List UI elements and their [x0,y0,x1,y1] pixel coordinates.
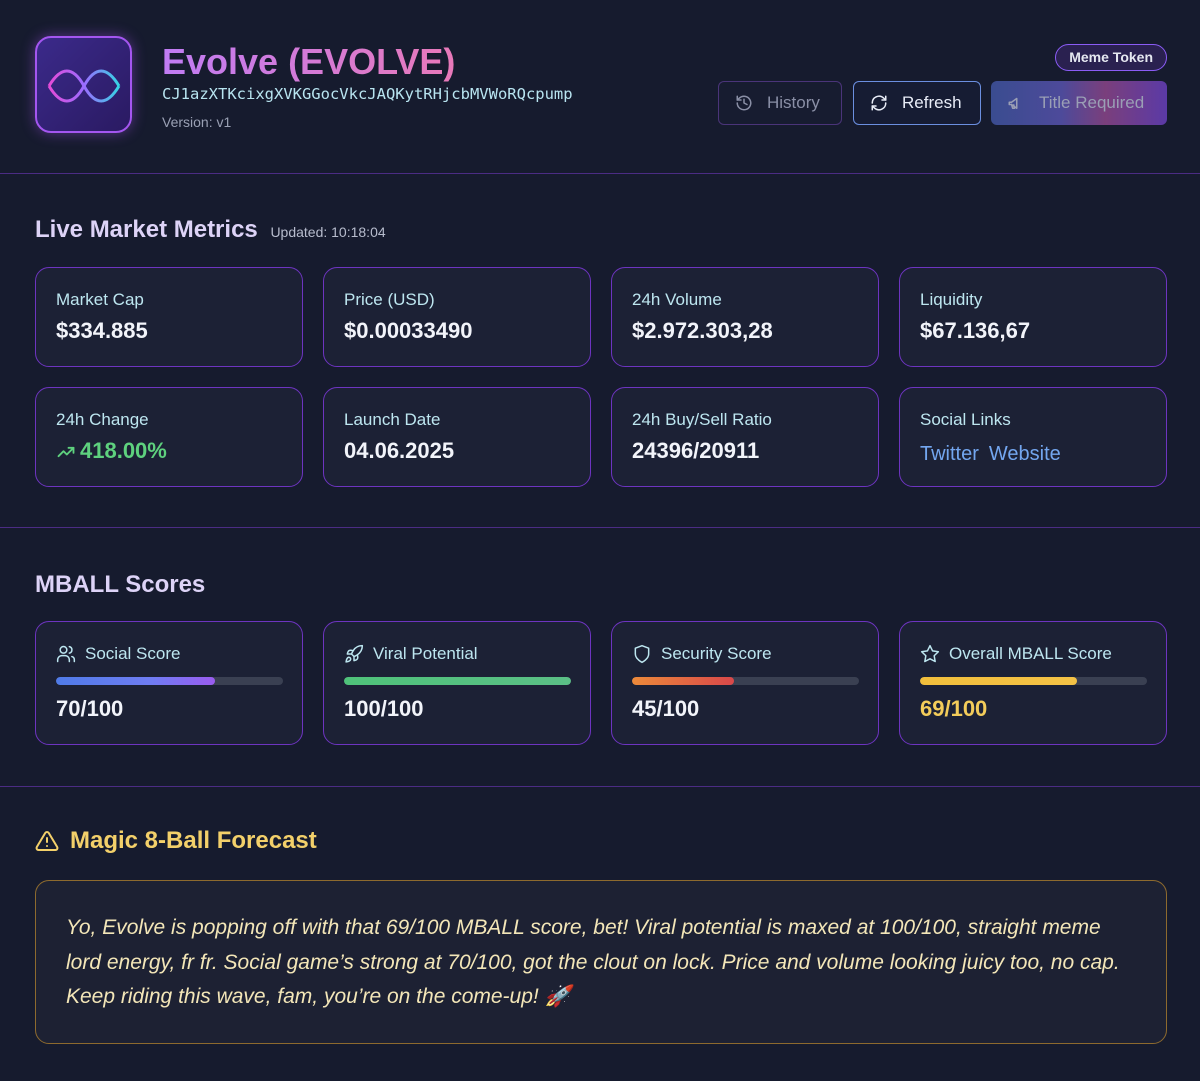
metric-value: $0.00033490 [344,318,473,343]
score-card-security: Security Score 45/100 [611,621,879,745]
metric-label: Liquidity [920,290,983,309]
score-bar-track [632,677,859,685]
version-label: Version: v1 [162,114,232,130]
score-value: 100/100 [344,696,424,721]
metric-card-buy-sell-ratio: 24h Buy/Sell Ratio 24396/20911 [611,387,879,487]
token-title: Evolve (EVOLVE) [162,41,456,82]
metric-value: 418.00% [56,438,167,464]
score-bar-fill [344,677,571,685]
metric-value: $334.885 [56,318,148,343]
refresh-button[interactable]: Refresh [853,81,981,125]
token-logo [35,36,132,133]
score-label: Security Score [632,644,772,664]
score-value: 70/100 [56,696,124,721]
score-bar-track [344,677,571,685]
score-bar-fill [56,677,215,685]
section-divider [0,527,1200,528]
megaphone-icon [1008,97,1018,109]
metric-value: $2.972.303,28 [632,318,773,343]
shield-icon [634,644,650,664]
score-value: 69/100 [920,696,988,721]
trending-up-icon [57,447,75,458]
metrics-title: Live Market Metrics [35,216,258,243]
title-required-label: Title Required [1039,93,1145,112]
metric-card-liquidity: Liquidity $67.136,67 [899,267,1167,367]
refresh-label: Refresh [902,93,962,112]
forecast-title: Magic 8-Ball Forecast [35,827,317,855]
metric-label: 24h Volume [632,290,722,309]
score-label: Viral Potential [344,644,478,664]
metric-label: Launch Date [344,410,441,429]
metric-card-launch-date: Launch Date 04.06.2025 [323,387,591,487]
forecast-text: Yo, Evolve is popping off with that 69/1… [66,916,1120,1008]
updated-timestamp: Updated: 10:18:04 [270,224,386,240]
warning-icon [35,830,59,851]
metric-value: 04.06.2025 [344,438,455,463]
scores-title: MBALL Scores [35,571,206,598]
metric-value: $67.136,67 [920,318,1031,343]
score-bar-fill [632,677,735,685]
history-icon [736,95,752,111]
score-card-viral: Viral Potential 100/100 [323,621,591,745]
score-bar-fill [920,677,1077,685]
score-label: Social Score [56,644,180,664]
refresh-icon [871,95,887,111]
social-links: Twitter Website [920,440,1071,466]
title-required-button[interactable]: Title Required [991,81,1167,125]
score-card-social: Social Score 70/100 [35,621,303,745]
metric-card-social-links: Social Links Twitter Website [899,387,1167,487]
rocket-icon [345,644,364,663]
dna-icon [47,69,121,103]
twitter-link[interactable]: Twitter [920,443,979,465]
score-label: Overall MBALL Score [920,644,1112,664]
metric-label: 24h Buy/Sell Ratio [632,410,772,429]
metric-label: 24h Change [56,410,149,429]
score-bar-track [920,677,1147,685]
metric-card-volume: 24h Volume $2.972.303,28 [611,267,879,367]
section-divider [0,786,1200,787]
token-type-badge: Meme Token [1055,44,1167,71]
metric-label: Market Cap [56,290,144,309]
metric-card-24h-change: 24h Change 418.00% [35,387,303,487]
metric-card-price: Price (USD) $0.00033490 [323,267,591,367]
history-label: History [767,93,820,112]
metrics-section-title: Live Market Metrics Updated: 10:18:04 [35,216,386,244]
token-header: Evolve (EVOLVE) CJ1azXTKcixgXVKGGocVkcJA… [0,0,1200,174]
score-value: 45/100 [632,696,700,721]
star-icon [920,644,940,663]
users-icon [56,645,76,663]
forecast-box: Yo, Evolve is popping off with that 69/1… [35,880,1167,1044]
metric-label: Social Links [920,410,1011,429]
metric-value: 24396/20911 [632,438,760,463]
metric-label: Price (USD) [344,290,435,309]
score-bar-track [56,677,283,685]
score-card-overall: Overall MBALL Score 69/100 [899,621,1167,745]
change-value: 418.00% [80,438,167,463]
contract-address: CJ1azXTKcixgXVKGGocVkcJAQKytRHjcbMVWoRQc… [162,85,573,103]
history-button[interactable]: History [718,81,842,125]
website-link[interactable]: Website [989,443,1061,465]
metric-card-market-cap: Market Cap $334.885 [35,267,303,367]
